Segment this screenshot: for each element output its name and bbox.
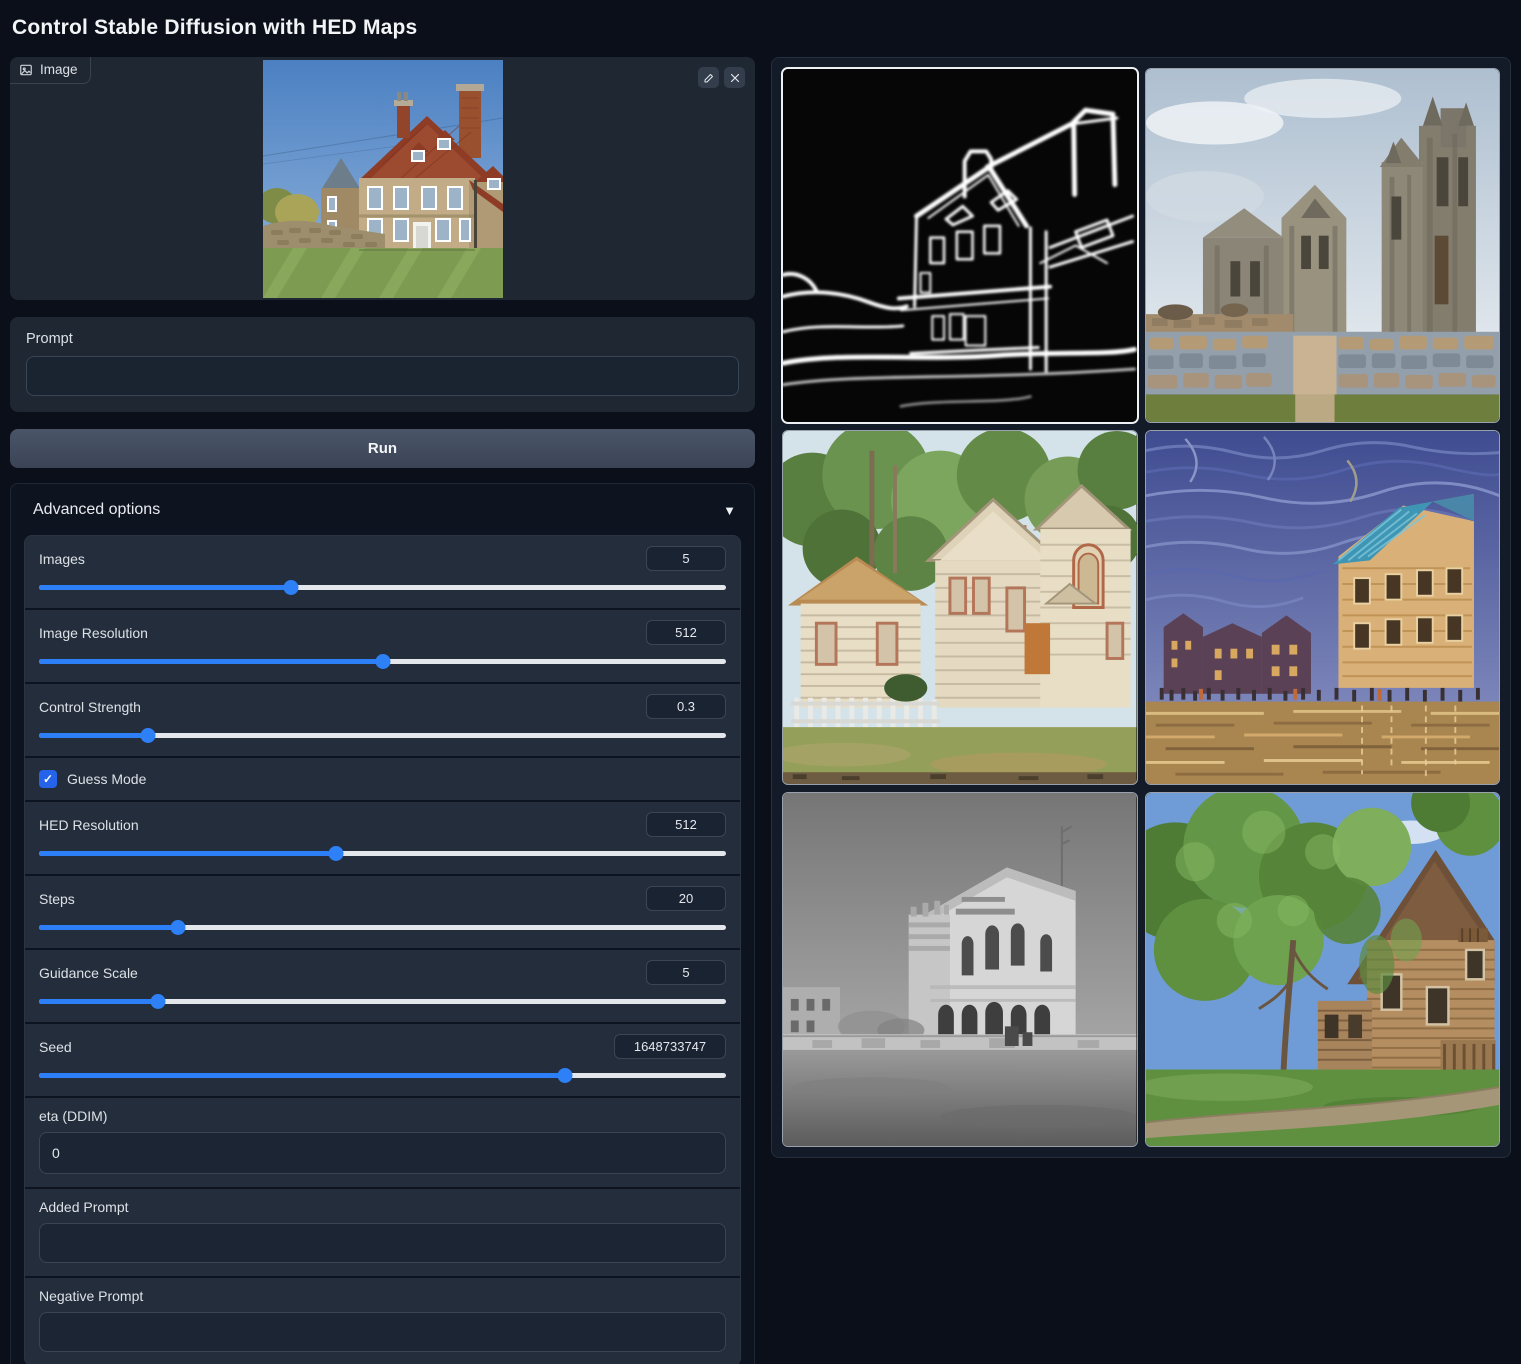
seed-value-input[interactable]: 1648733747 [614, 1034, 726, 1059]
guess-mode-row: ✓ Guess Mode [25, 756, 740, 800]
control-strength-slider-handle[interactable] [140, 728, 155, 743]
gallery-item-wooden-victorian-house[interactable] [782, 430, 1138, 785]
image-label-tab: Image [10, 57, 91, 84]
run-button[interactable]: Run [10, 429, 755, 468]
edit-image-button[interactable] [698, 67, 719, 88]
image-resolution-slider[interactable] [39, 654, 726, 669]
added-prompt-input[interactable] [39, 1223, 726, 1263]
chevron-down-icon: ▼ [723, 503, 736, 518]
gallery-item-impressionist-night-painting[interactable] [1145, 430, 1501, 785]
control-strength-row: Control Strength 0.3 [25, 682, 740, 756]
gallery-item-rustic-house-with-trees[interactable] [1145, 792, 1501, 1147]
steps-slider[interactable] [39, 920, 726, 935]
steps-label: Steps [39, 891, 75, 907]
control-strength-value-input[interactable]: 0.3 [646, 694, 726, 719]
controls-column: Image [10, 57, 755, 1364]
images-value-input[interactable]: 5 [646, 546, 726, 571]
hed-resolution-slider-handle[interactable] [328, 846, 343, 861]
seed-slider-handle[interactable] [557, 1068, 572, 1083]
images-label: Images [39, 551, 85, 567]
guess-mode-checkbox[interactable]: ✓ [39, 770, 57, 788]
seed-slider[interactable] [39, 1068, 726, 1083]
image-resolution-label: Image Resolution [39, 625, 148, 641]
images-row: Images 5 [25, 536, 740, 608]
eta-input[interactable]: 0 [39, 1132, 726, 1174]
app-root: Control Stable Diffusion with HED Maps I… [0, 0, 1521, 1364]
check-icon: ✓ [43, 773, 53, 785]
guidance-scale-row: Guidance Scale 5 [25, 948, 740, 1022]
steps-value-input[interactable]: 20 [646, 886, 726, 911]
advanced-options-header[interactable]: Advanced options ▼ [24, 497, 741, 521]
advanced-options-accordion: Advanced options ▼ Images 5 [10, 483, 755, 1364]
input-image-block[interactable]: Image [10, 57, 755, 300]
hed-resolution-label: HED Resolution [39, 817, 139, 833]
added-prompt-row: Added Prompt [25, 1187, 740, 1276]
guess-mode-label: Guess Mode [67, 771, 146, 787]
seed-label: Seed [39, 1039, 72, 1055]
negative-prompt-input[interactable] [39, 1312, 726, 1352]
steps-slider-handle[interactable] [170, 920, 185, 935]
added-prompt-label: Added Prompt [39, 1199, 726, 1215]
gallery-item-hed-edge-map[interactable] [782, 68, 1138, 423]
uploaded-image[interactable] [263, 60, 503, 298]
eta-label: eta (DDIM) [39, 1108, 726, 1124]
pencil-icon [703, 72, 715, 84]
negative-prompt-label: Negative Prompt [39, 1288, 726, 1304]
image-icon [19, 63, 33, 77]
gallery-item-stone-cathedral[interactable] [1145, 68, 1501, 423]
steps-row: Steps 20 [25, 874, 740, 948]
image-label: Image [40, 62, 78, 77]
image-resolution-slider-handle[interactable] [376, 654, 391, 669]
hed-resolution-value-input[interactable]: 512 [646, 812, 726, 837]
control-strength-slider[interactable] [39, 728, 726, 743]
gallery-item-monochrome-old-building[interactable] [782, 792, 1138, 1147]
advanced-options-title: Advanced options [33, 501, 160, 519]
result-gallery [771, 57, 1511, 1158]
images-slider-handle[interactable] [284, 580, 299, 595]
image-resolution-value-input[interactable]: 512 [646, 620, 726, 645]
image-resolution-row: Image Resolution 512 [25, 608, 740, 682]
hed-resolution-row: HED Resolution 512 [25, 800, 740, 874]
eta-row: eta (DDIM) 0 [25, 1096, 740, 1187]
prompt-label: Prompt [26, 331, 739, 347]
page-title: Control Stable Diffusion with HED Maps [12, 16, 1511, 40]
guidance-scale-value-input[interactable]: 5 [646, 960, 726, 985]
advanced-options-form: Images 5 Image Resolution 512 [24, 535, 741, 1364]
guidance-scale-slider[interactable] [39, 994, 726, 1009]
guidance-scale-label: Guidance Scale [39, 965, 138, 981]
negative-prompt-row: Negative Prompt [25, 1276, 740, 1364]
control-strength-label: Control Strength [39, 699, 141, 715]
prompt-block: Prompt [10, 317, 755, 412]
images-slider[interactable] [39, 580, 726, 595]
seed-row: Seed 1648733747 [25, 1022, 740, 1096]
close-icon [729, 72, 741, 84]
guidance-scale-slider-handle[interactable] [150, 994, 165, 1009]
clear-image-button[interactable] [724, 67, 745, 88]
hed-resolution-slider[interactable] [39, 846, 726, 861]
prompt-input[interactable] [26, 356, 739, 396]
